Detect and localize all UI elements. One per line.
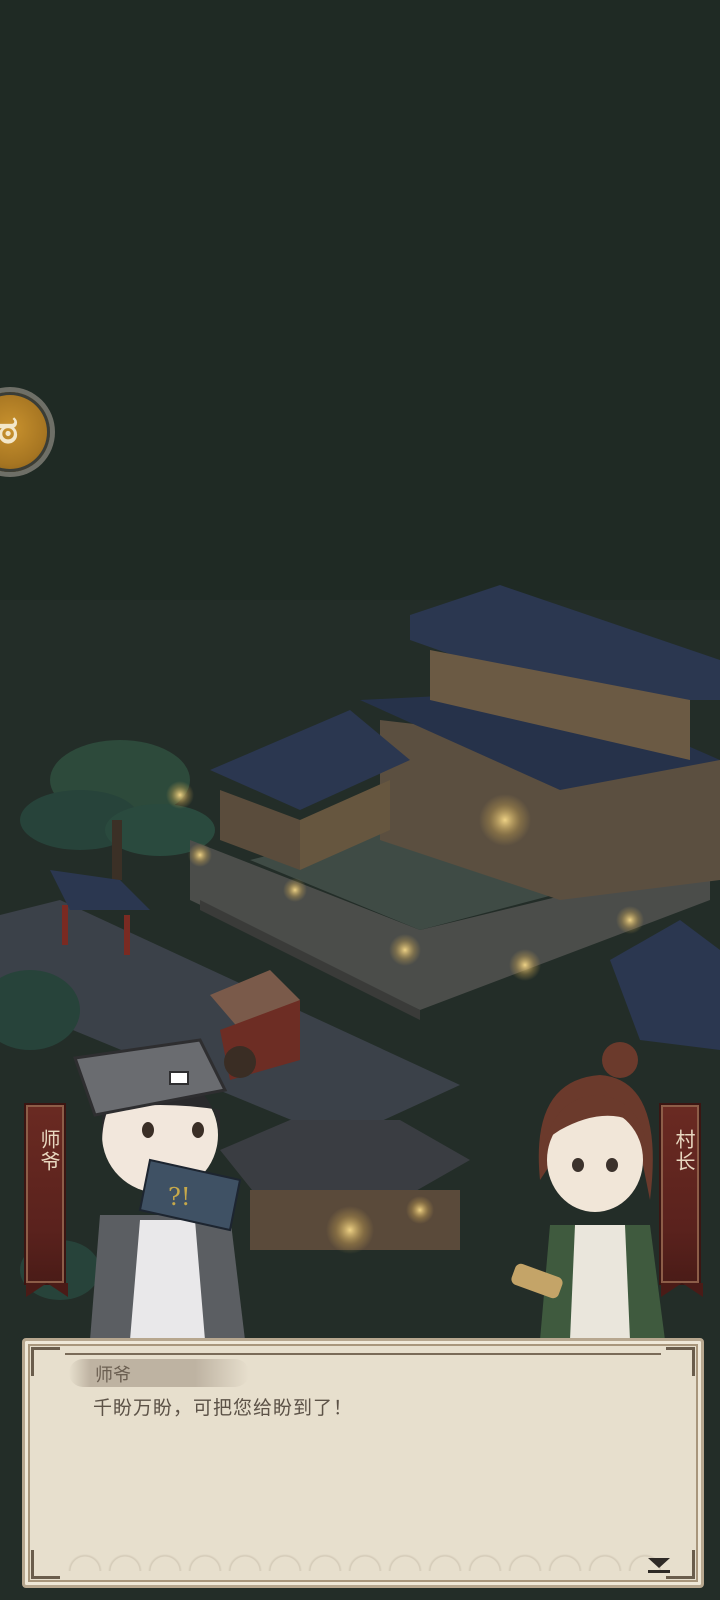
wave-pattern <box>65 1537 661 1571</box>
dialog-text: 千盼万盼，可把您给盼到了！ <box>93 1397 354 1419</box>
left-character-name-banner: 师爷 <box>24 1103 68 1297</box>
corner-ornament <box>31 1347 60 1376</box>
dialog-box[interactable]: 师爷 千盼万盼，可把您给盼到了！ <box>22 1338 704 1588</box>
corner-ornament <box>666 1347 695 1376</box>
corner-ornament <box>31 1550 60 1579</box>
speaker-name: 师爷 <box>95 1365 131 1386</box>
next-arrow-icon[interactable] <box>645 1555 673 1575</box>
svg-text:?!: ?! <box>168 1183 191 1211</box>
left-character-name: 师爷 <box>37 1129 61 1173</box>
right-character-name: 村长 <box>672 1129 696 1173</box>
game-stage: ?! ಠ 师爷 村长 师爷 千盼万盼，可把您给盼到了！ <box>0 0 720 1600</box>
right-character-name-banner: 村长 <box>659 1103 703 1297</box>
dialog-top-ornament <box>65 1353 661 1355</box>
coin-spiral-icon: ಠ <box>0 408 19 452</box>
